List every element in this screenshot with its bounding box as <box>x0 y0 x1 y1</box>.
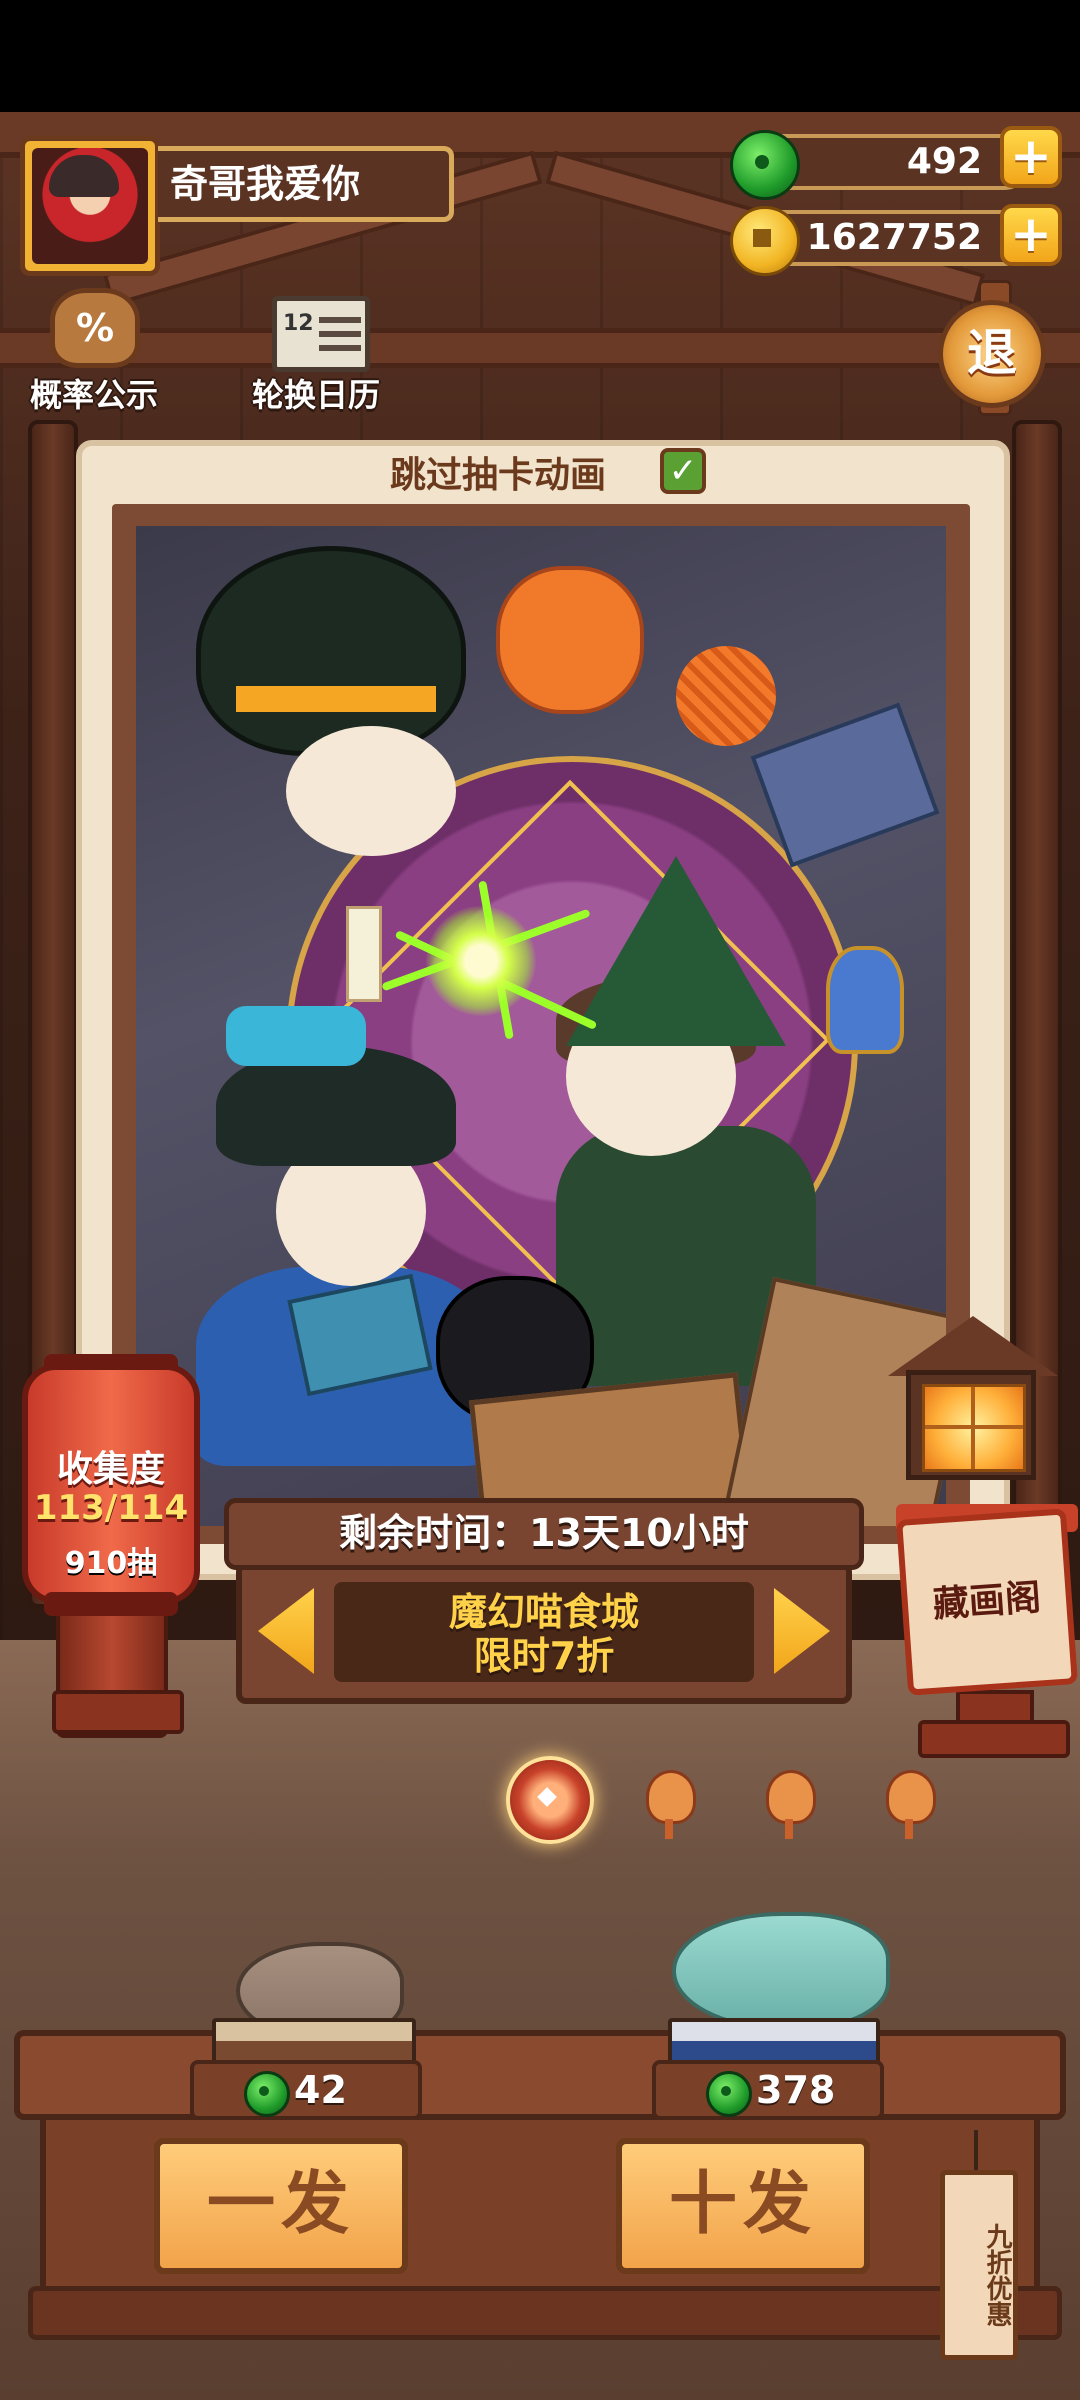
page-indicator[interactable] <box>646 1770 696 1839</box>
single-pull-cost: 42 <box>190 2060 422 2120</box>
orange-cat <box>496 566 644 714</box>
yarn-ball <box>676 646 776 746</box>
hat-band <box>236 686 436 712</box>
coin-icon <box>730 206 800 276</box>
jade-icon <box>706 2071 752 2117</box>
calendar-date: 12 <box>283 311 314 336</box>
magic-glow <box>426 906 536 1016</box>
arrow-right-icon[interactable] <box>774 1588 830 1674</box>
lamp-light <box>922 1384 1026 1472</box>
blue-bow <box>226 1006 366 1066</box>
plus-icon: + <box>1010 127 1052 185</box>
ten-pull-button[interactable]: 十发 <box>616 2138 870 2274</box>
collection-progress: 113/114 <box>33 1488 189 1528</box>
arrow-left-icon[interactable] <box>258 1588 314 1674</box>
gallery-button[interactable]: 藏画阁 <box>896 1508 1078 1696</box>
jade-icon <box>244 2071 290 2117</box>
counter-foot <box>28 2286 1062 2340</box>
page-indicator-active[interactable] <box>506 1756 594 1844</box>
skip-animation-label[interactable]: 跳过抽卡动画 <box>390 446 606 498</box>
plus-icon: + <box>1010 205 1052 263</box>
single-pull-button[interactable]: 一发 <box>154 2138 408 2274</box>
probability-button[interactable]: % <box>50 288 140 368</box>
gear-icon: % <box>75 306 115 350</box>
book-stand <box>668 2018 880 2064</box>
skip-animation-checkbox[interactable]: ✓ <box>660 448 706 494</box>
discount-tag: 九折优惠 <box>940 2170 1018 2360</box>
witch-character-1 <box>286 726 456 856</box>
lantern-base <box>52 1690 184 1734</box>
add-jade-button[interactable]: + <box>1000 126 1062 188</box>
candle <box>346 906 382 1002</box>
ten-cost-value: 378 <box>756 2068 836 2112</box>
fish-ten-pull <box>672 1912 890 2030</box>
checkmark-icon: ✓ <box>668 451 698 491</box>
rotation-calendar-label[interactable]: 轮换日历 <box>252 370 380 416</box>
potion-bottle <box>826 946 904 1054</box>
witch-hat-black <box>196 546 466 756</box>
page-indicator[interactable] <box>766 1770 816 1839</box>
collection-lantern[interactable]: 收集度 113/114 910抽 <box>22 1364 200 1604</box>
gacha-banner-artwork <box>136 526 946 1526</box>
add-coins-button[interactable]: + <box>1000 204 1062 266</box>
player-avatar[interactable] <box>20 136 160 276</box>
collection-pulls: 910抽 <box>64 1546 158 1581</box>
event-title-panel: 魔幻喵食城 限时7折 <box>334 1582 754 1682</box>
player-name: 奇哥我爱你 <box>158 146 454 222</box>
spell-tome <box>750 702 940 868</box>
ten-pull-cost: 378 <box>652 2060 884 2120</box>
single-cost-value: 42 <box>294 2068 347 2112</box>
sign-base <box>918 1720 1070 1758</box>
event-banner: 魔幻喵食城 限时7折 <box>236 1562 852 1704</box>
collection-label: 收集度 <box>56 1449 165 1490</box>
jade-icon <box>730 130 800 200</box>
calendar-lines <box>319 317 361 323</box>
exit-button[interactable]: 退 <box>938 300 1046 408</box>
calendar-icon[interactable]: 12 <box>272 296 370 372</box>
probability-label[interactable]: 概率公示 <box>30 370 158 416</box>
lantern-cap-bottom <box>44 1592 178 1616</box>
event-title: 魔幻喵食城 <box>448 1590 639 1634</box>
event-discount: 限时7折 <box>473 1634 615 1678</box>
remaining-time: 剩余时间：13天10小时 <box>224 1498 864 1570</box>
page-indicator[interactable] <box>886 1770 936 1839</box>
counter-top <box>14 2030 1066 2120</box>
book-stand <box>212 2018 416 2064</box>
status-bar <box>0 0 1080 112</box>
roof-crossbar <box>0 328 1080 368</box>
